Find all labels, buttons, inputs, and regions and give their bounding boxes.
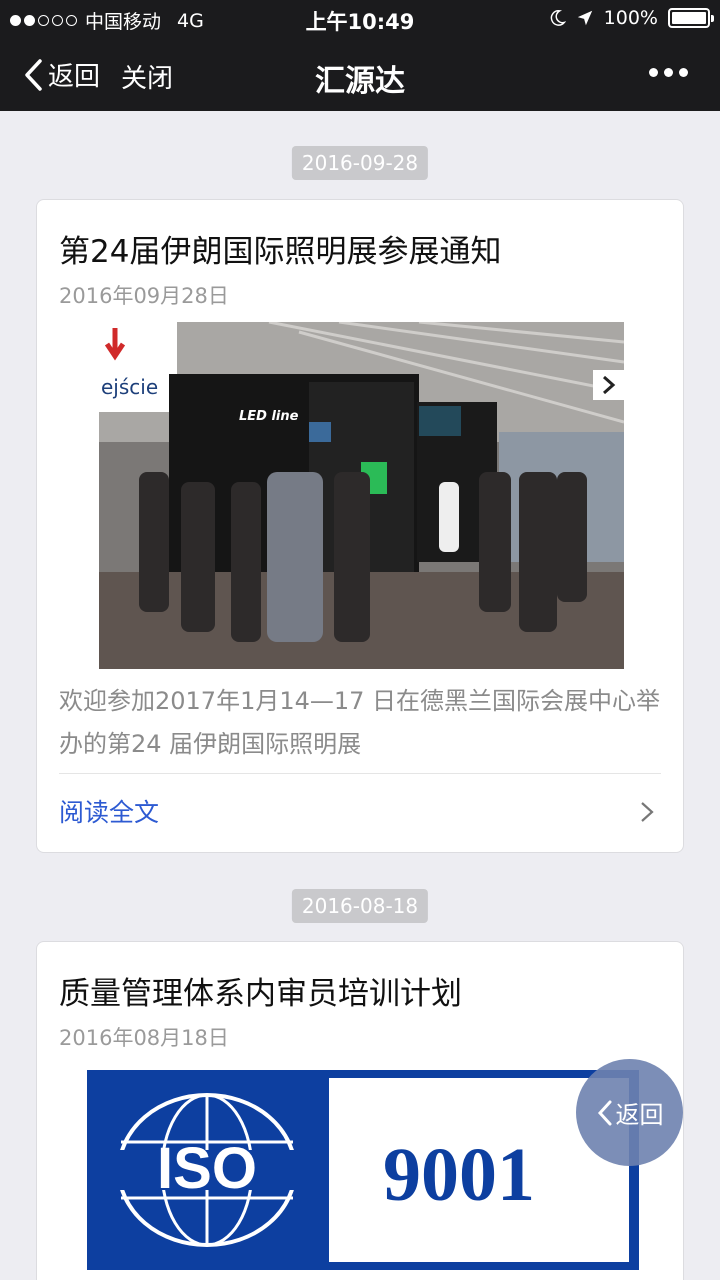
chevron-right-icon [641,802,654,822]
close-button[interactable]: 关闭 [121,58,173,95]
article-photo: ejście LED line [99,322,624,669]
battery-label: 100% [603,7,658,29]
date-chip: 2016-08-18 [291,889,429,923]
floating-back-button[interactable]: 返回 [576,1059,683,1166]
article-title: 质量管理体系内审员培训计划 [59,976,462,1012]
svg-text:ejście: ejście [101,375,158,399]
moon-icon [550,10,566,26]
back-button[interactable]: 返回 [22,56,100,93]
page-title: 汇源达 [315,64,405,99]
svg-text:LED line: LED line [239,409,299,424]
article-date: 2016年08月18日 [59,1026,229,1050]
location-arrow-icon [577,10,592,26]
article-date: 2016年09月28日 [59,284,229,308]
status-bar: 中国移动 4G 上午10:49 100% [0,0,720,38]
status-right: 100% [548,7,714,29]
divider [59,773,661,774]
iso-logo: ISO 9001 [87,1070,639,1270]
globe-icon: ISO [102,1093,312,1247]
chevron-left-icon [25,58,42,91]
expo-booth-image: ejście LED line [99,322,624,669]
back-label: 返回 [48,62,101,92]
top-bar: 中国移动 4G 上午10:49 100% 返回 关闭 汇源达 [0,0,720,111]
chevron-left-icon [597,1100,611,1125]
read-more-link[interactable]: 阅读全文 [59,793,159,829]
article-summary: 欢迎参加2017年1月14—17 日在德黑兰国际会展中心举办的第24 届伊朗国际… [59,687,661,758]
svg-text:ISO: ISO [157,1136,257,1201]
svg-text:9001: 9001 [383,1133,535,1217]
more-menu-icon[interactable] [649,68,688,77]
battery-icon [668,8,714,28]
date-chip: 2016-09-28 [291,146,429,180]
article-title: 第24届伊朗国际照明展参展通知 [59,234,502,270]
article-card[interactable]: 第24届伊朗国际照明展参展通知 2016年09月28日 ejście LED l… [36,199,684,853]
nav-bar: 返回 关闭 汇源达 [0,38,720,111]
floating-back-label: 返回 [615,1101,664,1129]
